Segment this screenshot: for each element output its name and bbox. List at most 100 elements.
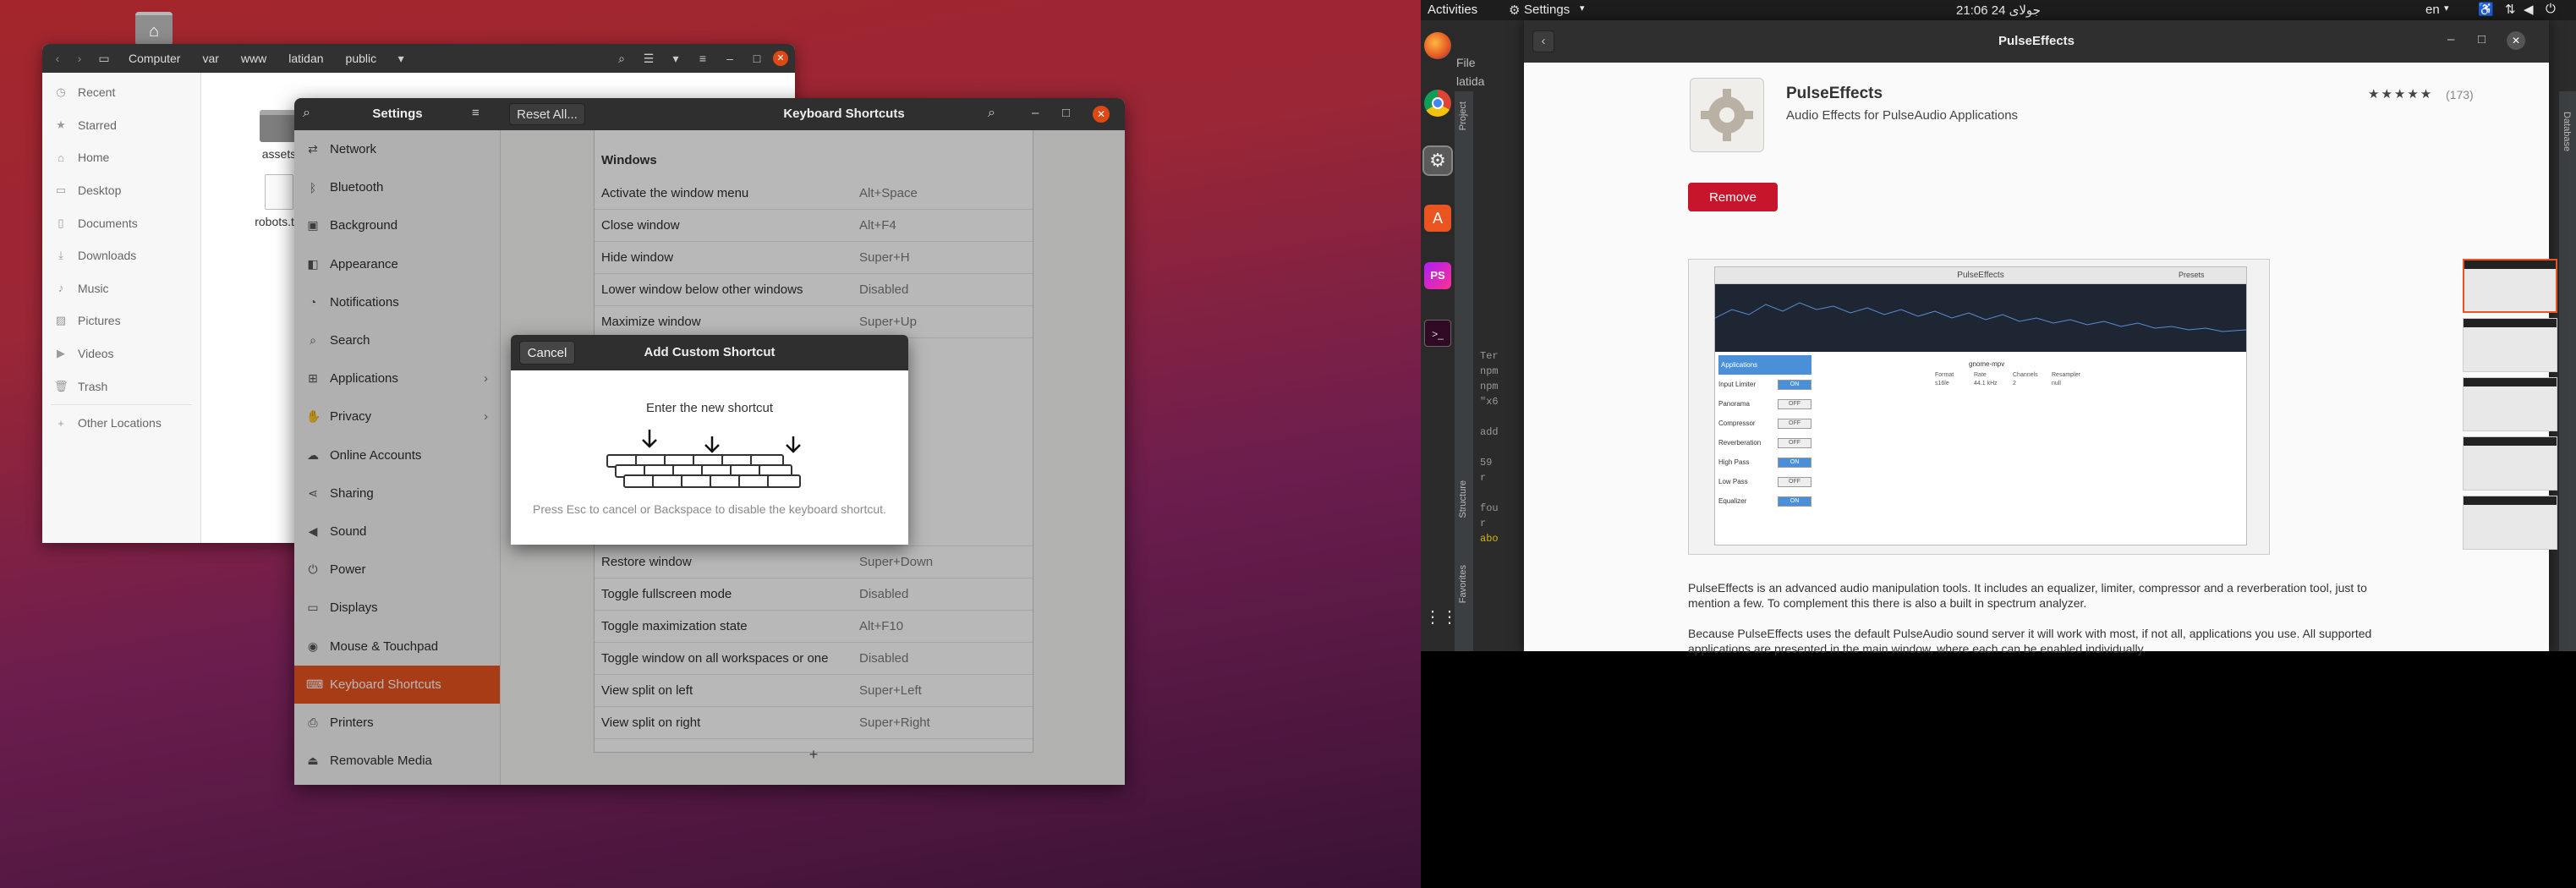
code-line: Ter bbox=[1480, 350, 1499, 362]
app-screenshot[interactable]: PulseEffects Presets Applications Input L… bbox=[1688, 259, 2270, 555]
database-tool-tab[interactable]: Database bbox=[2562, 112, 2572, 151]
effect-name: Reverberation bbox=[1718, 439, 1762, 447]
files-sidebar-item[interactable]: ⤓ Downloads bbox=[42, 239, 200, 272]
add-shortcut-dialog: Cancel Add Custom Shortcut Enter the new… bbox=[511, 335, 908, 545]
files-sidebar-item[interactable]: ▶ Videos bbox=[42, 337, 200, 370]
firefox-icon[interactable] bbox=[1424, 32, 1451, 59]
files-sidebar-item[interactable]: ★ Starred bbox=[42, 109, 200, 142]
chevron-down-icon: ▾ bbox=[2444, 3, 2449, 14]
terminal-icon[interactable]: >_ bbox=[1424, 320, 1451, 347]
files-sidebar-label: Music bbox=[78, 281, 109, 295]
effect-row: Panorama OFF bbox=[1718, 394, 1811, 414]
files-sidebar-item[interactable]: ▯ Documents bbox=[42, 206, 200, 239]
screenshot-meta-table: Format Rate Channels Resampler s16le 44.1 kHz… bbox=[1935, 372, 2091, 386]
volume-icon[interactable]: ◀ bbox=[2524, 2, 2534, 17]
effect-row: Low Pass OFF bbox=[1718, 472, 1811, 491]
screenshot-headerbar: PulseEffects Presets bbox=[1715, 267, 2246, 284]
phpstorm-icon[interactable]: PS bbox=[1424, 262, 1451, 289]
spectrum-analyzer-icon bbox=[1715, 284, 2246, 352]
screenshot-thumbnail[interactable] bbox=[2463, 377, 2557, 431]
language-indicator[interactable]: en bbox=[2425, 3, 2440, 17]
meta-cell: Channels bbox=[2013, 372, 2038, 378]
maximize-icon[interactable]: □ bbox=[2478, 32, 2486, 47]
star-rating: ★★★★★ bbox=[2368, 87, 2434, 101]
clock[interactable]: 21:06 24 جولای bbox=[1421, 3, 2576, 18]
project-tool-tab[interactable]: Project bbox=[1458, 101, 1468, 130]
code-line: abo bbox=[1480, 533, 1499, 545]
reset-all-button[interactable]: Reset All... bbox=[509, 103, 585, 125]
menu-icon[interactable]: ≡ bbox=[472, 106, 480, 120]
search-icon[interactable]: ⌕ bbox=[988, 106, 995, 121]
chrome-icon-center bbox=[1432, 97, 1444, 109]
settings-title: Settings bbox=[372, 107, 423, 121]
view-list-icon[interactable]: ☰ bbox=[638, 48, 660, 69]
structure-tool-tab[interactable]: Structure bbox=[1458, 480, 1468, 518]
dialog-prompt: Enter the new shortcut bbox=[645, 401, 774, 415]
downloads-icon: ⤓ bbox=[58, 249, 63, 262]
screenshot-thumbnail[interactable] bbox=[2463, 436, 2557, 491]
minimize-icon[interactable]: – bbox=[2447, 32, 2454, 47]
minimize-icon[interactable]: – bbox=[1032, 106, 1039, 120]
software-center-icon[interactable]: A bbox=[1424, 205, 1451, 232]
files-sidebar-label: Trash bbox=[78, 379, 108, 393]
minimize-icon[interactable]: – bbox=[719, 48, 741, 69]
screenshot-thumbnail[interactable] bbox=[2463, 318, 2557, 372]
files-sidebar-item[interactable]: + Other Locations bbox=[42, 407, 200, 440]
maximize-icon[interactable]: □ bbox=[1062, 106, 1070, 120]
text-file-icon bbox=[265, 174, 293, 210]
close-icon[interactable]: ✕ bbox=[1093, 106, 1110, 123]
effect-toggle: OFF bbox=[1778, 418, 1811, 429]
menu-icon[interactable]: ≡ bbox=[692, 48, 714, 69]
pictures-icon: ▨ bbox=[55, 314, 67, 327]
plus-icon: + bbox=[58, 416, 64, 430]
screenshot-thumbnail[interactable] bbox=[2463, 496, 2557, 550]
favorites-tool-tab[interactable]: Favorites bbox=[1458, 565, 1468, 603]
maximize-icon[interactable]: □ bbox=[746, 48, 768, 69]
path-crumb[interactable]: latidan bbox=[280, 48, 332, 69]
project-name: latida bbox=[1456, 74, 1485, 88]
files-sidebar-item[interactable]: ◷ Recent bbox=[42, 76, 200, 109]
screenshot-frame: PulseEffects Presets Applications Input L… bbox=[1714, 266, 2247, 545]
ide-right-toolbar: Database bbox=[2559, 91, 2576, 651]
files-sidebar: ◷ Recent ★ Starred ⌂ Home ▭ Desktop ▯ Documen… bbox=[42, 73, 201, 543]
path-crumb[interactable]: public bbox=[337, 48, 386, 69]
terminal-output: Ter npm npm "x6 add 59 r fou r abo bbox=[1480, 348, 1499, 546]
code-line: r bbox=[1480, 518, 1487, 529]
code-line: "x6 bbox=[1480, 396, 1499, 408]
search-icon[interactable]: ⌕ bbox=[611, 48, 633, 69]
dock: ⚙ A PS >_ ⋮⋮ bbox=[1421, 20, 1458, 651]
power-icon[interactable]: ⏻ bbox=[2546, 2, 2556, 16]
software-window: ‹ PulseEffects – □ ✕ PulseEffects Audio … bbox=[1524, 20, 2557, 655]
chrome-icon[interactable] bbox=[1424, 90, 1451, 117]
files-sidebar-item[interactable]: ⌂ Home bbox=[42, 141, 200, 174]
home-icon: ⌂ bbox=[58, 151, 64, 164]
chevron-down-icon[interactable]: ▾ bbox=[390, 48, 412, 69]
chevron-down-icon[interactable]: ▾ bbox=[665, 48, 687, 69]
files-sidebar-item[interactable]: ▨ Pictures bbox=[42, 304, 200, 337]
settings-app-icon[interactable]: ⚙ bbox=[1422, 145, 1453, 176]
files-sidebar-item[interactable]: ▭ Desktop bbox=[42, 174, 200, 207]
accessibility-icon[interactable]: ♿ bbox=[2478, 2, 2494, 17]
dialog-hint: Press Esc to cancel or Backspace to disa… bbox=[533, 502, 886, 516]
forward-icon[interactable]: › bbox=[71, 48, 88, 69]
file-menu[interactable]: File bbox=[1456, 56, 1476, 69]
effect-toggle: OFF bbox=[1778, 398, 1811, 409]
computer-icon[interactable]: ▭ bbox=[93, 48, 115, 69]
remove-button[interactable]: Remove bbox=[1688, 183, 1778, 211]
files-sidebar-item[interactable]: ♪ Music bbox=[42, 272, 200, 305]
effect-name: Input Limiter bbox=[1718, 381, 1757, 388]
path-crumb[interactable]: www bbox=[233, 48, 275, 69]
close-icon[interactable]: ✕ bbox=[2507, 31, 2525, 50]
network-icon[interactable]: ⇅ bbox=[2505, 2, 2516, 17]
home-folder-desktop-icon[interactable]: ⌂ bbox=[135, 12, 173, 46]
path-crumb[interactable]: Computer bbox=[120, 48, 189, 69]
code-line: npm bbox=[1480, 381, 1499, 392]
effect-name: Equalizer bbox=[1718, 497, 1747, 505]
effect-toggle: OFF bbox=[1778, 437, 1811, 448]
screenshot-thumbnail[interactable] bbox=[2463, 259, 2557, 313]
files-sidebar-item[interactable]: 🗑 Trash bbox=[42, 370, 200, 403]
show-apps-icon[interactable]: ⋮⋮ bbox=[1424, 604, 1458, 631]
back-icon[interactable]: ‹ bbox=[49, 48, 66, 69]
path-crumb[interactable]: var bbox=[194, 48, 227, 69]
close-icon[interactable]: ✕ bbox=[773, 51, 788, 66]
